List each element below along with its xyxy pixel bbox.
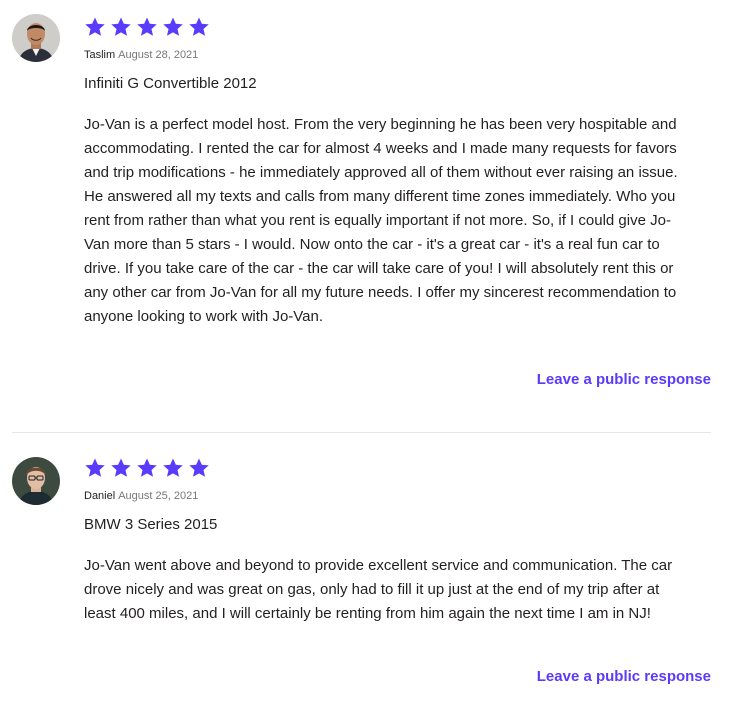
- review-meta: Daniel August 25, 2021: [84, 489, 198, 503]
- car-name[interactable]: BMW 3 Series 2015: [84, 515, 217, 535]
- review-meta: Taslim August 28, 2021: [84, 48, 198, 62]
- star-icon: [111, 17, 131, 36]
- review-date: August 28, 2021: [118, 49, 199, 61]
- leave-public-response-link[interactable]: Leave a public response: [537, 667, 711, 687]
- star-icon: [189, 458, 209, 477]
- leave-public-response-link[interactable]: Leave a public response: [537, 370, 711, 390]
- star-icon: [137, 458, 157, 477]
- reviewer-avatar[interactable]: [12, 457, 60, 505]
- star-icon: [85, 458, 105, 477]
- reviewer-name[interactable]: Daniel: [84, 490, 115, 502]
- car-name[interactable]: Infiniti G Convertible 2012: [84, 74, 257, 94]
- rating-stars: [84, 16, 210, 40]
- star-icon: [189, 17, 209, 36]
- star-icon: [137, 17, 157, 36]
- star-icon: [111, 458, 131, 477]
- star-icon: [85, 17, 105, 36]
- star-icon: [163, 458, 183, 477]
- reviewer-avatar[interactable]: [12, 14, 60, 62]
- review-text: Jo-Van is a perfect model host. From the…: [84, 116, 678, 325]
- divider: [12, 432, 711, 433]
- review-date: August 25, 2021: [118, 490, 199, 502]
- star-icon: [163, 17, 183, 36]
- review-text: Jo-Van went above and beyond to provide …: [84, 557, 673, 622]
- rating-stars: [84, 457, 210, 481]
- reviewer-name[interactable]: Taslim: [84, 49, 115, 61]
